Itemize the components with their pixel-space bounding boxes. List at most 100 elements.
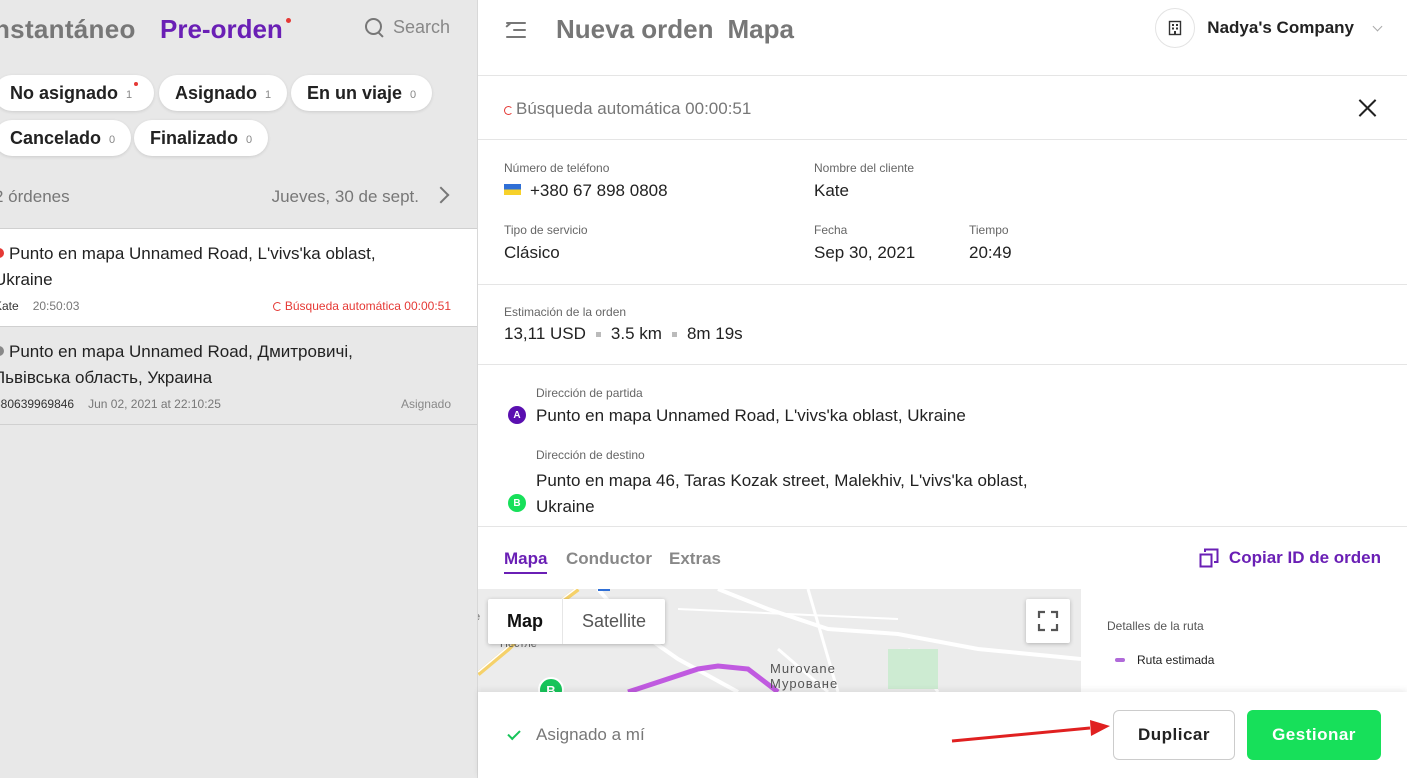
close-icon[interactable] bbox=[1357, 98, 1377, 118]
notification-dot bbox=[285, 18, 291, 23]
map-town-cyrillic: Мурованe bbox=[770, 676, 839, 691]
filter-in-trip[interactable]: En un viaje 0 bbox=[291, 75, 433, 111]
fullscreen-button[interactable] bbox=[1026, 599, 1070, 643]
time-label: Tiempo bbox=[969, 223, 1009, 237]
marker-a-icon: A bbox=[508, 406, 526, 424]
search-button[interactable]: Search bbox=[364, 17, 450, 38]
search-icon bbox=[364, 17, 385, 38]
phone-number: +380 67 898 0808 bbox=[530, 181, 668, 200]
route-legend-label: Ruta estimada bbox=[1137, 653, 1215, 667]
chevron-right-icon[interactable] bbox=[432, 186, 450, 204]
filter-finished[interactable]: Finalizado 0 bbox=[134, 120, 269, 156]
building-icon bbox=[1155, 8, 1196, 48]
route-details-panel: Detalles de la ruta Ruta estimada bbox=[1081, 589, 1407, 692]
order-status-text: Búsqueda automática 00:00:51 bbox=[284, 299, 451, 313]
assigned-to-me[interactable]: Asignado a mí bbox=[507, 725, 645, 745]
detail-tabs: Mapa Conductor Extras Copiar ID de orden bbox=[478, 526, 1407, 589]
filter-label: Finalizado bbox=[150, 127, 239, 148]
tab-instant[interactable]: nstantáneo bbox=[0, 14, 136, 45]
destination-label: Dirección de destino bbox=[536, 448, 645, 462]
filter-count: 0 bbox=[246, 134, 253, 146]
filter-cancelled[interactable]: Cancelado 0 bbox=[0, 120, 132, 156]
estimate-label: Estimación de la orden bbox=[504, 305, 627, 319]
estimate-price: 13,11 USD bbox=[504, 324, 586, 343]
spinner-icon bbox=[272, 302, 282, 311]
order-time: Jun 02, 2021 at 22:10:25 bbox=[88, 397, 221, 411]
autosearch-status: Búsqueda automática 00:00:51 bbox=[504, 99, 751, 119]
order-title: Punto en mapa Unnamed Road, L'vivs'ka ob… bbox=[0, 241, 414, 293]
time-value: 20:49 bbox=[969, 243, 1012, 262]
map-view-button[interactable]: Map bbox=[488, 599, 563, 644]
duplicate-button[interactable]: Duplicar bbox=[1113, 710, 1235, 760]
page-title-main: Nueva orden bbox=[556, 14, 714, 44]
map-place-label: е bbox=[478, 611, 480, 623]
tab-extras[interactable]: Extras bbox=[669, 549, 721, 569]
divider bbox=[478, 284, 1407, 285]
tab-driver[interactable]: Conductor bbox=[566, 549, 652, 569]
satellite-view-button[interactable]: Satellite bbox=[563, 599, 665, 644]
status-dot-icon bbox=[0, 248, 4, 258]
phone-value: +380 67 898 0808 bbox=[504, 181, 668, 201]
checkmark-icon bbox=[507, 726, 521, 740]
spinner-icon bbox=[504, 106, 513, 115]
filter-label: No asignado bbox=[10, 82, 119, 103]
pickup-label: Dirección de partida bbox=[536, 386, 643, 400]
collapse-menu-icon[interactable] bbox=[505, 20, 528, 38]
filter-assigned[interactable]: Asignado 1 bbox=[159, 75, 288, 111]
manage-button[interactable]: Gestionar bbox=[1247, 710, 1381, 760]
route-map[interactable]: е Нестле MurovaneМурованe B Map Satellit… bbox=[478, 589, 1081, 692]
orders-panel: nstantáneo Pre-orden Search No asignado … bbox=[0, 0, 478, 778]
chevron-down-icon bbox=[1372, 21, 1383, 31]
order-address: Punto en mapa Unnamed Road, Дмитровичі, … bbox=[0, 342, 353, 387]
filter-label: En un viaje bbox=[307, 82, 403, 103]
filter-count: 0 bbox=[410, 89, 417, 101]
order-list-item[interactable]: Punto en mapa Unnamed Road, Дмитровичі, … bbox=[0, 326, 477, 425]
filter-count: 1 bbox=[265, 89, 272, 101]
order-time: 20:50:03 bbox=[32, 299, 80, 313]
order-detail-panel: Nueva orden Mapa Nadya's Company Búsqueda… bbox=[478, 0, 1407, 778]
assigned-to-me-label: Asignado a mí bbox=[536, 725, 645, 744]
filter-label: Asignado bbox=[175, 82, 258, 103]
order-meta: Kate 20:50:03 Búsqueda automática 00:00:5… bbox=[0, 299, 451, 313]
order-status: Búsqueda automática 00:00:51 bbox=[272, 299, 451, 313]
divider bbox=[478, 364, 1407, 365]
tab-map[interactable]: Mapa bbox=[504, 549, 548, 574]
date-label: Fecha bbox=[814, 223, 848, 237]
client-label: Nombre del cliente bbox=[814, 161, 915, 175]
copy-icon bbox=[1199, 548, 1219, 568]
phone-label: Número de teléfono bbox=[504, 161, 610, 175]
filter-unassigned[interactable]: No asignado 1 bbox=[0, 75, 155, 111]
marker-b-icon: B bbox=[508, 494, 526, 512]
tab-preorder[interactable]: Pre-orden bbox=[160, 14, 291, 45]
action-bar: Asignado a mí Duplicar Gestionar bbox=[478, 692, 1407, 778]
order-client: 380639969846 bbox=[0, 397, 75, 411]
copy-order-id-button[interactable]: Copiar ID de orden bbox=[1199, 548, 1381, 568]
route-legend: Ruta estimada bbox=[1115, 653, 1214, 667]
route-line-icon bbox=[1115, 658, 1125, 662]
company-name: Nadya's Company bbox=[1207, 18, 1354, 37]
order-address: Punto en mapa Unnamed Road, L'vivs'ka ob… bbox=[0, 244, 376, 289]
route-details-title: Detalles de la ruta bbox=[1107, 619, 1204, 633]
order-title: Punto en mapa Unnamed Road, Дмитровичі, … bbox=[0, 339, 414, 391]
service-label: Tipo de servicio bbox=[504, 223, 588, 237]
fullscreen-icon bbox=[1037, 610, 1059, 632]
destination-address: Punto en mapa 46, Taras Kozak street, Ma… bbox=[536, 471, 1028, 516]
autosearch-text: Búsqueda automática 00:00:51 bbox=[516, 99, 752, 118]
separator bbox=[671, 331, 677, 337]
pickup-address: Punto en mapa Unnamed Road, L'vivs'ka ob… bbox=[536, 406, 966, 425]
separator bbox=[595, 331, 601, 337]
map-town-latin: Murovane bbox=[770, 661, 836, 676]
estimate-values: 13,11 USD 3.5 km 8m 19s bbox=[504, 324, 743, 344]
page-title-sub: Mapa bbox=[727, 14, 794, 44]
orders-count: 2 órdenes bbox=[0, 187, 70, 206]
filter-label: Cancelado bbox=[10, 127, 102, 148]
copy-order-id-label: Copiar ID de orden bbox=[1228, 548, 1381, 567]
filter-count: 0 bbox=[109, 134, 116, 146]
search-label: Search bbox=[392, 17, 450, 37]
order-list-item[interactable]: Punto en mapa Unnamed Road, L'vivs'ka ob… bbox=[0, 228, 477, 326]
page-title: Nueva orden Mapa bbox=[556, 14, 794, 45]
ukraine-flag-icon bbox=[504, 184, 521, 195]
date-value: Sep 30, 2021 bbox=[814, 243, 916, 262]
status-dot-icon bbox=[0, 346, 4, 356]
company-selector[interactable]: Nadya's Company bbox=[1155, 8, 1383, 48]
